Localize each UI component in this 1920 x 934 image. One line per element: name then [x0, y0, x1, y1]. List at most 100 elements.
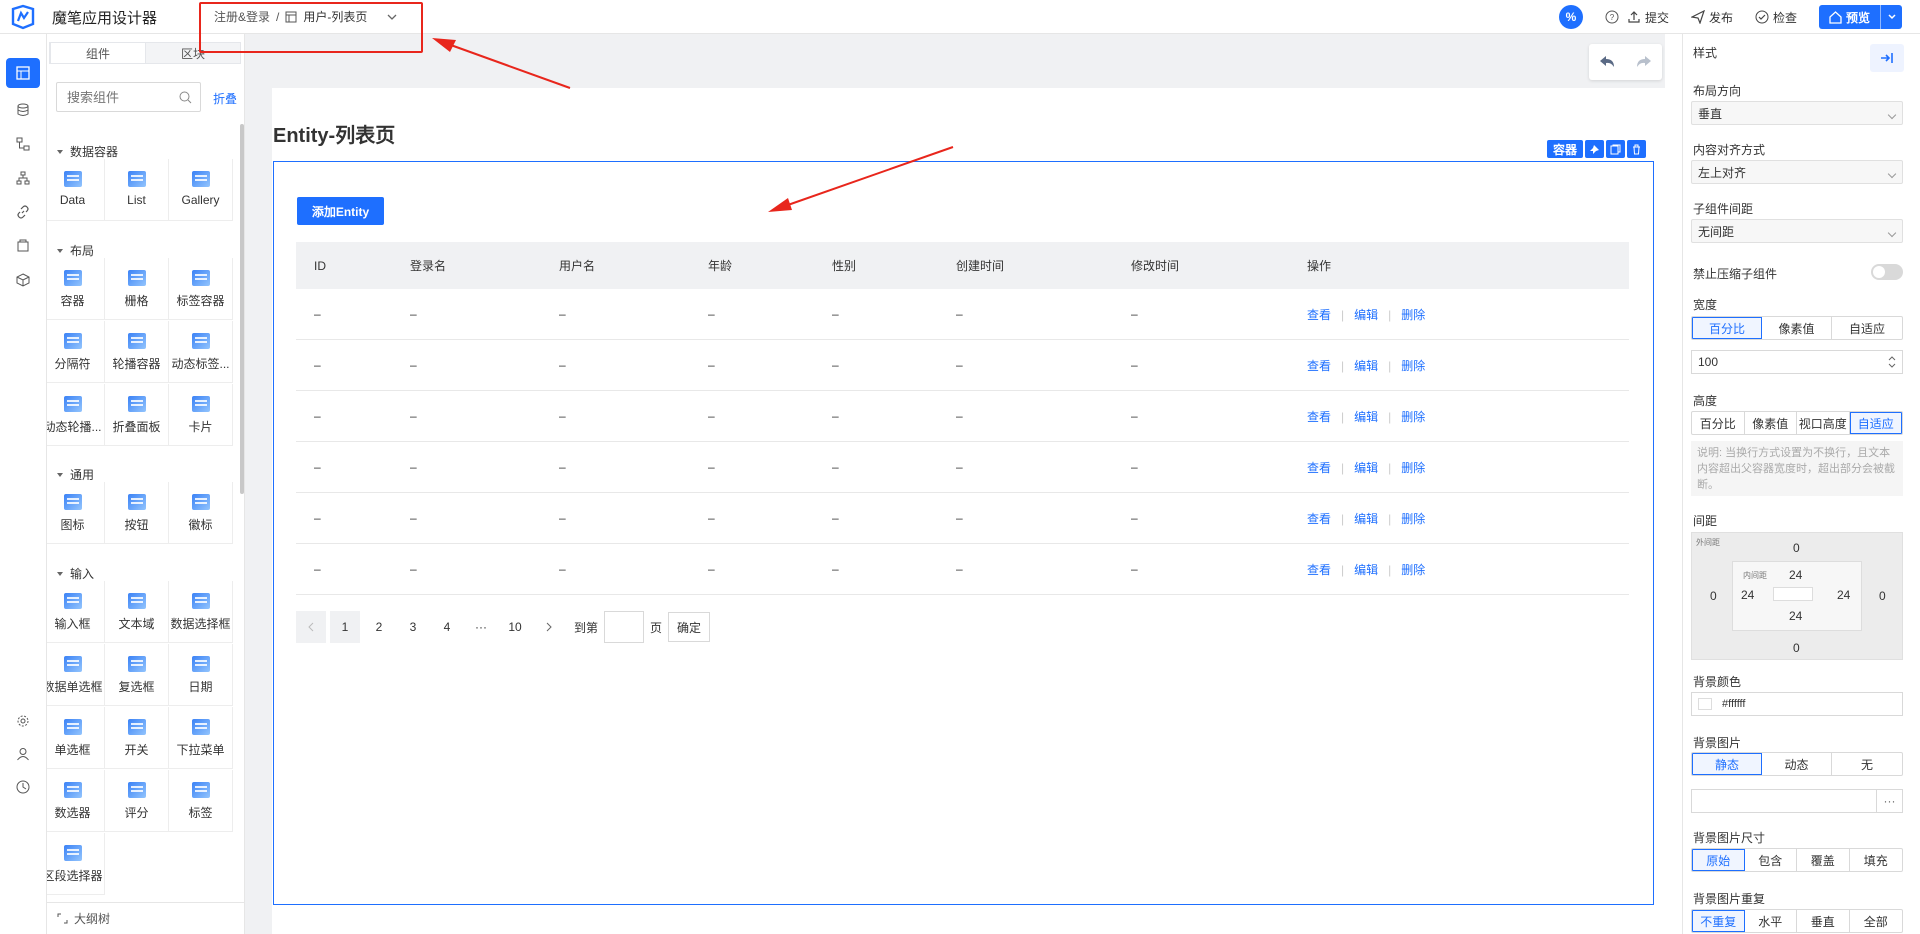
inner-left[interactable]: 24	[1741, 588, 1754, 602]
component-item[interactable]: 单选框	[47, 707, 105, 769]
component-item[interactable]: List	[105, 159, 169, 221]
component-item[interactable]: 动态标签...	[169, 321, 233, 383]
no-shrink-toggle[interactable]	[1871, 264, 1903, 280]
page-number[interactable]: 1	[330, 611, 360, 643]
next-page-button[interactable]	[534, 611, 564, 643]
fold-button[interactable]: 折叠	[213, 90, 237, 107]
undo-icon[interactable]	[1599, 55, 1615, 69]
percent-badge[interactable]: %	[1558, 5, 1583, 29]
component-item[interactable]: 卡片	[169, 384, 233, 446]
page-number[interactable]: 3	[398, 611, 428, 643]
tab-components[interactable]: 组件	[50, 42, 146, 64]
component-item[interactable]: 动态轮播...	[47, 384, 105, 446]
delete-link[interactable]: 删除	[1401, 410, 1425, 424]
stepper-icon[interactable]	[1888, 356, 1896, 368]
redo-icon[interactable]	[1636, 55, 1652, 69]
segment-option[interactable]: 视口高度	[1797, 412, 1850, 434]
inner-right[interactable]: 24	[1837, 588, 1850, 602]
layout-direction-select[interactable]: 垂直	[1691, 101, 1903, 125]
segment-option[interactable]: 像素值	[1745, 412, 1797, 434]
bg-color-input[interactable]: #ffffff	[1691, 692, 1903, 716]
component-item[interactable]: 数据单选框	[47, 644, 105, 706]
edit-link[interactable]: 编辑	[1354, 308, 1378, 322]
component-item[interactable]: Data	[47, 159, 105, 221]
rail-history[interactable]	[6, 772, 40, 802]
component-item[interactable]: 数据选择框	[169, 581, 233, 643]
delete-icon[interactable]	[1627, 140, 1647, 158]
outline-tree-button[interactable]: 大纲树	[47, 902, 244, 934]
component-item[interactable]: 文本域	[105, 581, 169, 643]
preview-button[interactable]: 预览	[1818, 5, 1902, 29]
component-item[interactable]: 复选框	[105, 644, 169, 706]
segment-option[interactable]: 垂直	[1797, 910, 1850, 932]
outer-top[interactable]: 0	[1793, 541, 1800, 555]
chevron-down-icon[interactable]	[385, 12, 399, 22]
segment-option[interactable]: 自适应	[1832, 317, 1902, 339]
delete-link[interactable]: 删除	[1401, 512, 1425, 526]
help-icon[interactable]: ?	[1605, 10, 1619, 24]
component-item[interactable]: 日期	[169, 644, 233, 706]
color-swatch[interactable]	[1698, 698, 1712, 710]
more-button[interactable]: ···	[1876, 790, 1902, 812]
segment-option[interactable]: 水平	[1745, 910, 1797, 932]
rail-link[interactable]	[6, 197, 40, 227]
selection-tag[interactable]: 容器	[1547, 140, 1584, 158]
page-number[interactable]: 2	[364, 611, 394, 643]
segment-option[interactable]: 全部	[1850, 910, 1903, 932]
segment-option[interactable]: 不重复	[1692, 910, 1745, 932]
inner-bottom[interactable]: 24	[1789, 609, 1802, 623]
search-box[interactable]	[56, 82, 201, 112]
segment-option[interactable]: 动态	[1762, 753, 1832, 775]
child-gap-select[interactable]: 无间距	[1691, 219, 1903, 243]
copy-icon[interactable]	[1606, 140, 1626, 158]
segment-option[interactable]: 包含	[1745, 849, 1797, 871]
content-align-select[interactable]: 左上对齐	[1691, 160, 1903, 184]
prev-page-button[interactable]	[296, 611, 326, 643]
component-item[interactable]: 徽标	[169, 482, 233, 544]
segment-option[interactable]: 百分比	[1692, 412, 1745, 434]
component-item[interactable]: 图标	[47, 482, 105, 544]
add-entity-button[interactable]: 添加Entity	[297, 197, 384, 225]
edit-link[interactable]: 编辑	[1354, 410, 1378, 424]
component-item[interactable]: 下拉菜单	[169, 707, 233, 769]
segment-option[interactable]: 无	[1832, 753, 1902, 775]
component-item[interactable]: 标签	[169, 770, 233, 832]
section-data-containers[interactable]: 数据容器	[57, 143, 118, 160]
check-button[interactable]: 检查	[1755, 9, 1797, 26]
tab-blocks[interactable]: 区块	[146, 43, 240, 63]
segment-option[interactable]: 自适应	[1849, 412, 1902, 434]
segment-option[interactable]: 填充	[1850, 849, 1903, 871]
section-input[interactable]: 输入	[57, 565, 94, 582]
component-item[interactable]: Gallery	[169, 159, 233, 221]
rail-data[interactable]	[6, 95, 40, 125]
delete-link[interactable]: 删除	[1401, 359, 1425, 373]
component-item[interactable]: 评分	[105, 770, 169, 832]
rail-assets[interactable]	[6, 231, 40, 261]
component-item[interactable]: 栅格	[105, 258, 169, 320]
section-layout[interactable]: 布局	[57, 242, 94, 259]
rail-flow[interactable]	[6, 129, 40, 159]
goto-confirm-button[interactable]: 确定	[668, 612, 711, 642]
rail-components[interactable]	[6, 265, 40, 295]
view-link[interactable]: 查看	[1307, 461, 1331, 475]
outer-bottom[interactable]: 0	[1793, 641, 1800, 655]
segment-option[interactable]: 原始	[1692, 849, 1745, 871]
page-number[interactable]: 4	[432, 611, 462, 643]
rail-tree[interactable]	[6, 163, 40, 193]
component-item[interactable]: 输入框	[47, 581, 105, 643]
component-item[interactable]: 按钮	[105, 482, 169, 544]
panel-scrollbar[interactable]	[240, 124, 244, 494]
edit-link[interactable]: 编辑	[1354, 563, 1378, 577]
view-link[interactable]: 查看	[1307, 563, 1331, 577]
edit-link[interactable]: 编辑	[1354, 461, 1378, 475]
segment-option[interactable]: 百分比	[1692, 317, 1762, 339]
breadcrumb-parent[interactable]: 注册&登录	[214, 8, 270, 25]
rail-settings[interactable]	[6, 706, 40, 736]
rail-pages[interactable]	[6, 58, 40, 88]
inner-top[interactable]: 24	[1789, 568, 1802, 582]
delete-link[interactable]: 删除	[1401, 461, 1425, 475]
component-item[interactable]: 开关	[105, 707, 169, 769]
edit-link[interactable]: 编辑	[1354, 359, 1378, 373]
component-item[interactable]: 区段选择器	[47, 833, 105, 895]
view-link[interactable]: 查看	[1307, 410, 1331, 424]
